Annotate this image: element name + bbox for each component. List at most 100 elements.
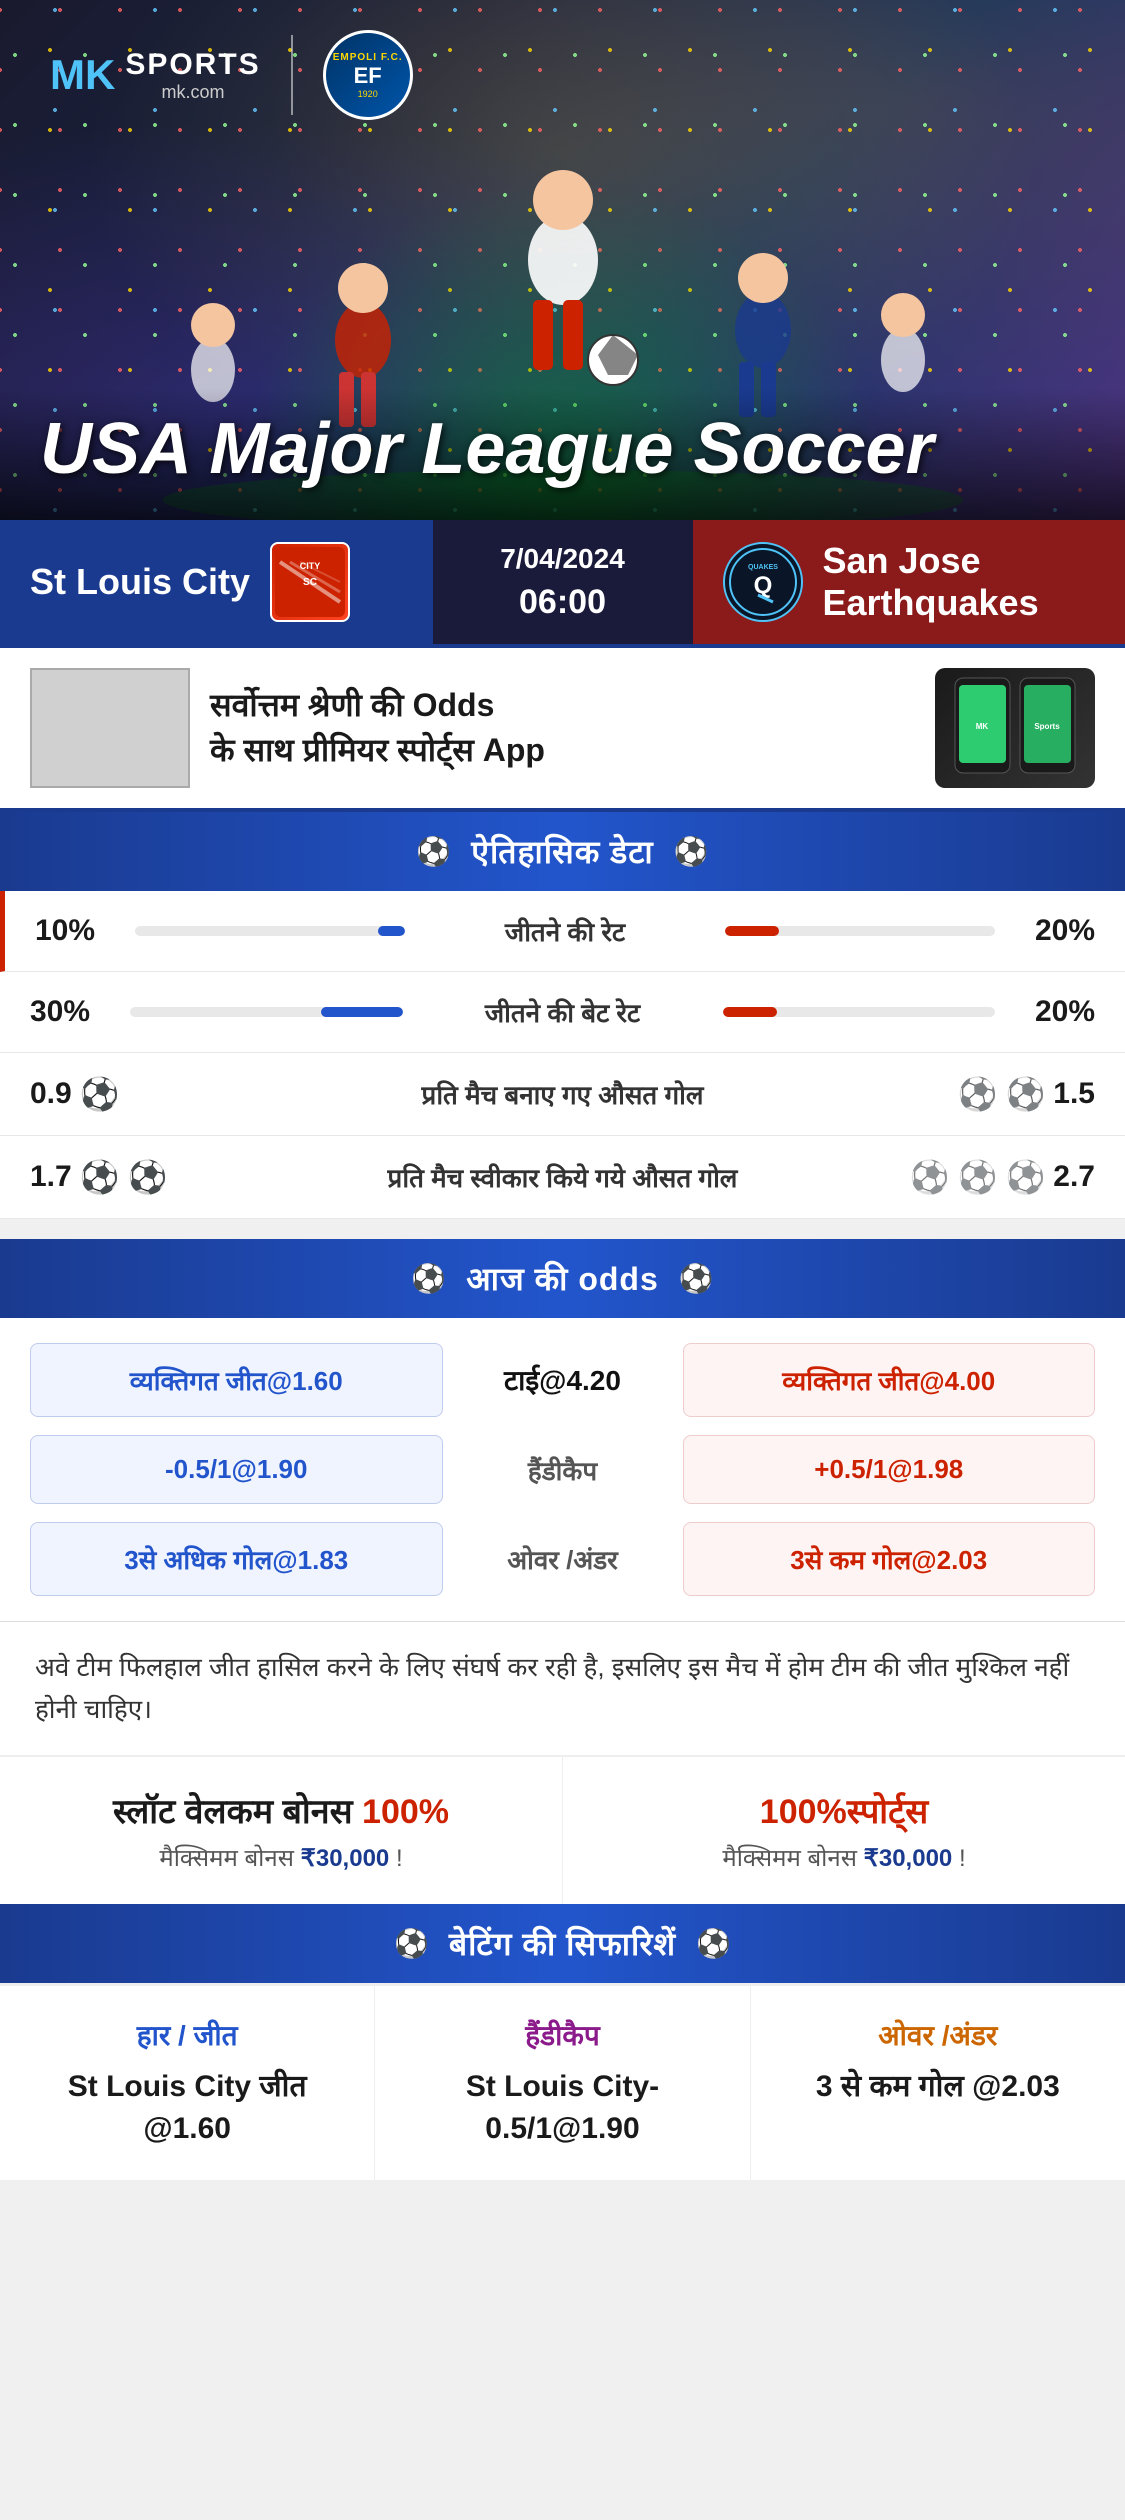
soccer-ball-icon-right-2a: ⚽ xyxy=(910,1158,950,1196)
historical-title: ऐतिहासिक डेटा xyxy=(471,830,653,873)
reco-type-handicap: हैंडीकैप xyxy=(400,2016,724,2054)
historical-header: ⚽ ऐतिहासिक डेटा ⚽ xyxy=(0,812,1125,891)
match-bar: St Louis City CITY SC 7/04/2024 06:00 QU… xyxy=(0,520,1125,644)
stat-bar-left-1 xyxy=(135,926,405,936)
promo-text: सर्वोत्तम श्रेणी की Oddsके साथ प्रीमियर … xyxy=(210,683,915,773)
soccer-ball-icon-left-1: ⚽ xyxy=(80,1075,120,1113)
stat-row-goals-conceded: 1.7 ⚽ ⚽ प्रति मैच स्वीकार किये गये औसत ग… xyxy=(0,1136,1125,1219)
soccer-ball-icon-left-2a: ⚽ xyxy=(80,1158,120,1196)
svg-text:Sports: Sports xyxy=(1034,722,1060,731)
promo-text-part1: सर्वोत्तम श्रेणी की Oddsके साथ प्रीमियर … xyxy=(210,687,545,768)
stat-label-2: जीतने की बेट रेट xyxy=(423,994,703,1030)
odds-title: आज की odds xyxy=(466,1257,659,1300)
odds-btn-left-2[interactable]: -0.5/1@1.90 xyxy=(30,1435,443,1504)
match-date: 7/04/2024 xyxy=(500,543,625,575)
phone-svg: MK Sports xyxy=(945,673,1085,783)
stat-bar-right-2 xyxy=(723,1007,996,1017)
stat-icons-left-1: 0.9 ⚽ xyxy=(30,1075,190,1113)
odds-row-3: 3से अधिक गोल@1.83 ओवर /अंडर 3से कम गोल@2… xyxy=(30,1522,1095,1596)
stat-bar-left-fill-2 xyxy=(321,1007,403,1017)
reco-value-win: St Louis City जीत @1.60 xyxy=(25,2066,349,2150)
reco-grid: हार / जीत St Louis City जीत @1.60 हैंडीक… xyxy=(0,1985,1125,2180)
hero-title-bar: USA Major League Soccer xyxy=(0,388,1125,520)
stat-goals-left-val: 0.9 xyxy=(30,1077,72,1111)
stlouis-badge-svg: CITY SC xyxy=(275,547,345,617)
mk-logo-text: MK xyxy=(50,51,115,99)
team-left-name: St Louis City xyxy=(30,561,250,603)
promo-phone-mockup: MK Sports xyxy=(935,668,1095,788)
stlouis-badge: CITY SC xyxy=(270,542,350,622)
reco-ball-right-icon: ⚽ xyxy=(696,1927,731,1960)
promo-qr-placeholder xyxy=(30,668,190,788)
odds-btn-right-3[interactable]: 3से कम गोल@2.03 xyxy=(683,1522,1096,1596)
odds-btn-right-1[interactable]: व्यक्तिगत जीत@4.00 xyxy=(683,1343,1096,1417)
odds-row-1: व्यक्तिगत जीत@1.60 टाई@4.20 व्यक्तिगत जी… xyxy=(30,1343,1095,1417)
stat-left-val-1: 10% xyxy=(35,914,115,948)
stat-bar-left-fill-1 xyxy=(378,926,405,936)
stat-bar-right-fill-1 xyxy=(725,926,779,936)
quakes-badge: QUAKES Q xyxy=(723,542,803,622)
odds-btn-left-1[interactable]: व्यक्तिगत जीत@1.60 xyxy=(30,1343,443,1417)
stat-label-1: जीतने की रेट xyxy=(425,913,705,949)
bonus-right-main: 100%स्पोर्ट्स xyxy=(588,1787,1100,1833)
handicap-label: हैंडीकैप xyxy=(528,1456,597,1486)
reco-section: हार / जीत St Louis City जीत @1.60 हैंडीक… xyxy=(0,1983,1125,2180)
stat-right-val-1: 20% xyxy=(1015,914,1095,948)
svg-text:Q: Q xyxy=(753,572,772,599)
reco-value-handicap: St Louis City-0.5/1@1.90 xyxy=(400,2066,724,2150)
stat-row-goals-scored: 0.9 ⚽ प्रति मैच बनाए गए औसत गोल ⚽ ⚽ 1.5 xyxy=(0,1053,1125,1136)
mk-blue: MK xyxy=(50,51,115,98)
reco-value-over: 3 से कम गोल @2.03 xyxy=(776,2066,1100,2108)
bonus-left-sub: मैक्सिमम बोनस ₹30,000 ! xyxy=(25,1841,537,1874)
stat-conceded-left-val: 1.7 xyxy=(30,1160,72,1194)
soccer-ball-icon-right-1a: ⚽ xyxy=(958,1075,998,1113)
odds-center-1: टाई@4.20 xyxy=(463,1361,663,1399)
odds-btn-left-3[interactable]: 3से अधिक गोल@1.83 xyxy=(30,1522,443,1596)
soccer-ball-left-icon: ⚽ xyxy=(416,835,451,868)
bonus-left-pct: 100% xyxy=(362,1793,449,1831)
hero-title: USA Major League Soccer xyxy=(40,408,1085,490)
promo-banner[interactable]: सर्वोत्तम श्रेणी की Oddsके साथ प्रीमियर … xyxy=(0,644,1125,812)
stat-goals-right-val: 1.5 xyxy=(1053,1077,1095,1111)
overunder-label: ओवर /अंडर xyxy=(507,1545,618,1575)
odds-ball-left-icon: ⚽ xyxy=(411,1262,446,1295)
soccer-ball-right-icon: ⚽ xyxy=(674,835,709,868)
hero-section: MK SPORTS mk.com EMPOLI F.C. EF 1920 xyxy=(0,0,1125,520)
soccer-ball-icon-right-2c: ⚽ xyxy=(1005,1158,1045,1196)
bonus-section[interactable]: स्लॉट वेलकम बोनस 100% मैक्सिमम बोनस ₹30,… xyxy=(0,1755,1125,1904)
team-right-section: QUAKES Q San Jose Earthquakes xyxy=(693,520,1125,644)
odds-btn-right-2[interactable]: +0.5/1@1.98 xyxy=(683,1435,1096,1504)
stat-conceded-right-val: 2.7 xyxy=(1053,1160,1095,1194)
stat-right-val-2: 20% xyxy=(1015,995,1095,1029)
odds-container: व्यक्तिगत जीत@1.60 टाई@4.20 व्यक्तिगत जी… xyxy=(0,1318,1125,1621)
soccer-ball-icon-left-2b: ⚽ xyxy=(128,1158,168,1196)
bonus-card-right[interactable]: 100%स्पोर्ट्स मैक्सिमम बोनस ₹30,000 ! xyxy=(563,1757,1125,1904)
stat-label-goals-scored: प्रति मैच बनाए गए औसत गोल xyxy=(210,1076,915,1112)
match-center-section: 7/04/2024 06:00 xyxy=(433,520,693,644)
stat-left-val-2: 30% xyxy=(30,995,110,1029)
reco-header: ⚽ बेटिंग की सिफारिशें ⚽ xyxy=(0,1904,1125,1983)
team-right-name: San Jose Earthquakes xyxy=(823,540,1096,624)
svg-text:QUAKES: QUAKES xyxy=(748,564,778,571)
soccer-ball-icon-right-1b: ⚽ xyxy=(1005,1075,1045,1113)
reco-ball-left-icon: ⚽ xyxy=(394,1927,429,1960)
quakes-badge-svg: QUAKES Q xyxy=(728,547,798,617)
odds-row-2: -0.5/1@1.90 हैंडीकैप +0.5/1@1.98 xyxy=(30,1435,1095,1504)
odds-center-2: हैंडीकैप xyxy=(463,1452,663,1488)
match-time: 06:00 xyxy=(519,583,606,622)
bonus-card-left[interactable]: स्लॉट वेलकम बोनस 100% मैक्सिमम बोनस ₹30,… xyxy=(0,1757,563,1904)
odds-ball-right-icon: ⚽ xyxy=(679,1262,714,1295)
bonus-right-sub: मैक्सिमम बोनस ₹30,000 ! xyxy=(588,1841,1100,1874)
reco-col-win: हार / जीत St Louis City जीत @1.60 xyxy=(0,1986,375,2180)
stat-row-bet-rate: 30% जीतने की बेट रेट 20% xyxy=(0,972,1125,1053)
stat-icons-left-2: 1.7 ⚽ ⚽ xyxy=(30,1158,190,1196)
reco-type-over: ओवर /अंडर xyxy=(776,2016,1100,2054)
stat-label-goals-conceded: प्रति मैच स्वीकार किये गये औसत गोल xyxy=(210,1159,915,1195)
stat-bar-left-2 xyxy=(130,1007,403,1017)
stat-row-win-rate: 10% जीतने की रेट 20% xyxy=(0,891,1125,972)
svg-text:MK: MK xyxy=(976,722,989,731)
stat-icons-right-2: ⚽ ⚽ ⚽ 2.7 xyxy=(935,1158,1095,1196)
bonus-right-amount: ₹30,000 xyxy=(864,1845,953,1872)
soccer-ball-icon-right-2b: ⚽ xyxy=(958,1158,998,1196)
app-bold: App xyxy=(483,732,545,768)
